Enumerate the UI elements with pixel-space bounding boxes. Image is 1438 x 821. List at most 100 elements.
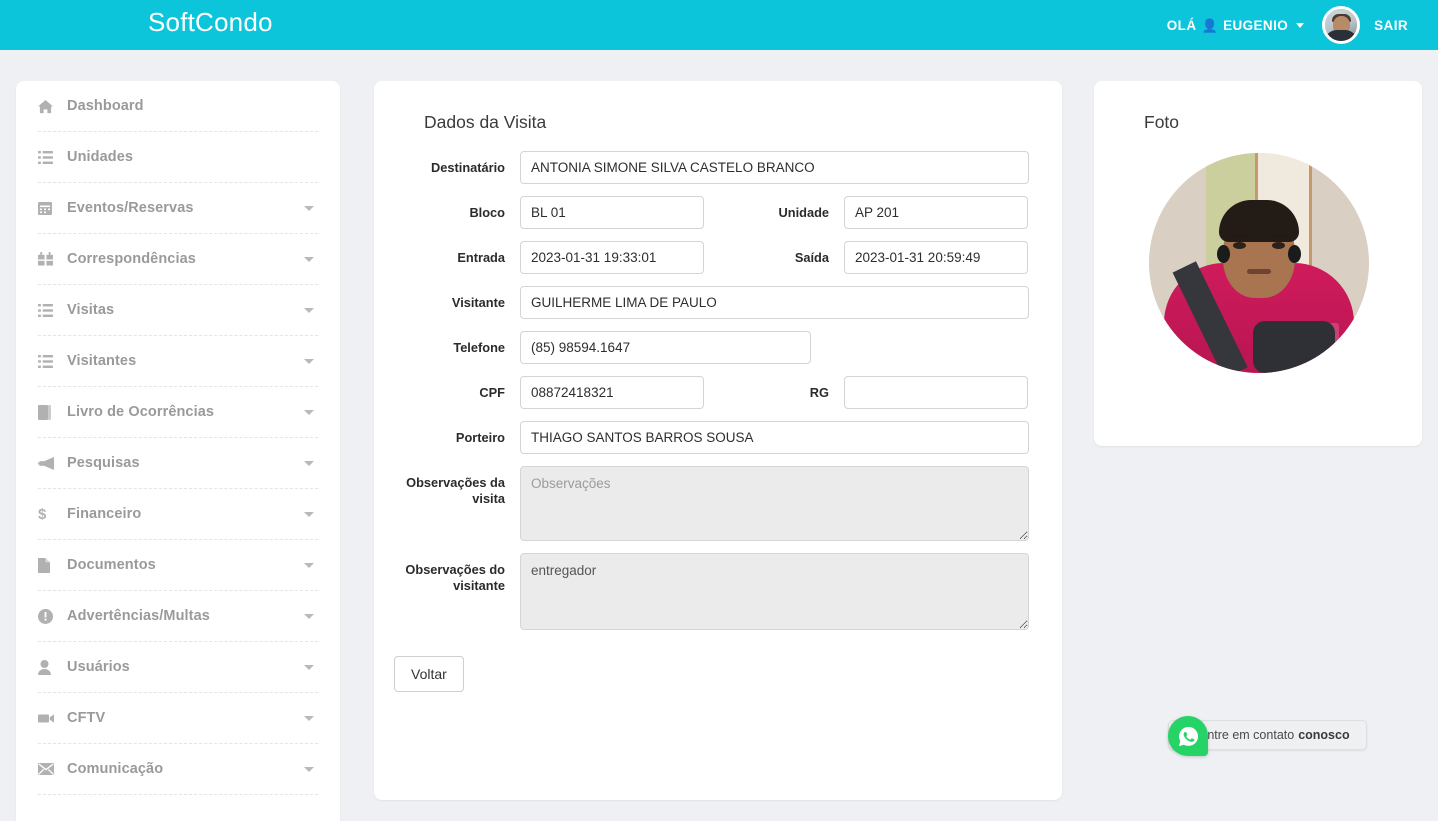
back-button[interactable]: Voltar — [394, 656, 464, 692]
saida-label: Saída — [794, 250, 829, 265]
photo-eyebrow-right — [1269, 233, 1289, 239]
list-icon — [38, 303, 60, 317]
cpf-label: CPF — [479, 385, 505, 400]
sidebar: Dashboard Unidades Eventos/Reservas Corr… — [16, 81, 340, 821]
sidebar-item-financeiro[interactable]: $ Financeiro — [38, 489, 318, 540]
rg-label: RG — [809, 385, 829, 400]
warning-icon — [38, 608, 60, 624]
sidebar-item-visitas[interactable]: Visitas — [38, 285, 318, 336]
porteiro-label: Porteiro — [455, 430, 505, 445]
form-row-telefone: Telefone — [374, 331, 1062, 364]
whatsapp-icon[interactable] — [1168, 716, 1208, 756]
chevron-down-icon — [304, 715, 314, 721]
unidade-input[interactable] — [844, 196, 1028, 229]
sidebar-item-label: Eventos/Reservas — [67, 200, 194, 216]
sidebar-item-cftv[interactable]: CFTV — [38, 693, 318, 744]
sidebar-item-label: Correspondências — [67, 251, 196, 267]
rg-input[interactable] — [844, 376, 1028, 409]
video-camera-icon — [38, 713, 60, 724]
sidebar-item-comunicacao[interactable]: Comunicação — [38, 744, 318, 795]
sidebar-item-dashboard[interactable]: Dashboard — [38, 81, 318, 132]
form-row-observacoes-visitante: Observações do visitante entregador — [374, 553, 1062, 630]
sidebar-item-label: Pesquisas — [67, 455, 140, 471]
sidebar-item-documentos[interactable]: Documentos — [38, 540, 318, 591]
photo-bag — [1253, 321, 1335, 373]
sidebar-item-label: CFTV — [67, 710, 106, 726]
sidebar-item-livro-de-ocorrencias[interactable]: Livro de Ocorrências — [38, 387, 318, 438]
sidebar-item-usuarios[interactable]: Usuários — [38, 642, 318, 693]
cpf-input[interactable] — [520, 376, 704, 409]
sidebar-item-eventos-reservas[interactable]: Eventos/Reservas — [38, 183, 318, 234]
sidebar-item-advertencias-multas[interactable]: Advertências/Multas — [38, 591, 318, 642]
list-icon — [38, 354, 60, 368]
chevron-down-icon — [304, 460, 314, 466]
visitante-input[interactable] — [520, 286, 1029, 319]
book-icon — [38, 404, 60, 420]
observacoes-da-visita-textarea[interactable] — [520, 466, 1029, 541]
sidebar-item-label: Financeiro — [67, 506, 142, 522]
sidebar-item-pesquisas[interactable]: Pesquisas — [38, 438, 318, 489]
chevron-down-icon — [304, 256, 314, 262]
chevron-down-icon — [304, 307, 314, 313]
form-row-visitante: Visitante — [374, 286, 1062, 319]
whatsapp-text-bold: conosco — [1298, 728, 1350, 742]
sidebar-item-label: Dashboard — [67, 98, 144, 114]
observacoes-do-visitante-textarea[interactable]: entregador — [520, 553, 1029, 630]
whatsapp-text: Entre em contato — [1199, 728, 1295, 742]
mailboxes-icon — [38, 252, 60, 266]
form-row-bloco-unidade: Bloco Unidade — [374, 196, 1062, 229]
page-title: Dados da Visita — [424, 112, 547, 132]
file-icon — [38, 557, 60, 573]
chevron-down-icon — [304, 664, 314, 670]
form-row-destinatario: Destinatário — [374, 151, 1062, 184]
saida-input[interactable] — [844, 241, 1028, 274]
visit-details-card: Dados da Visita Destinatário Bloco Unida… — [374, 81, 1062, 800]
entrada-label: Entrada — [457, 250, 505, 265]
sidebar-item-label: Advertências/Multas — [67, 608, 210, 624]
chevron-down-icon — [304, 409, 314, 415]
sidebar-item-unidades[interactable]: Unidades — [38, 132, 318, 183]
bloco-label: Bloco — [469, 205, 505, 220]
chevron-down-icon — [304, 511, 314, 517]
observacoes-do-visitante-label: Observações do visitante — [405, 562, 505, 593]
entrada-input[interactable] — [520, 241, 704, 274]
destinatario-label: Destinatário — [431, 160, 505, 175]
bloco-input[interactable] — [520, 196, 704, 229]
observacoes-da-visita-label: Observações da visita — [406, 475, 505, 506]
avatar[interactable] — [1322, 6, 1361, 44]
user-icon — [38, 659, 60, 675]
visit-form: Destinatário Bloco Unidade Entrada Saída… — [374, 151, 1062, 692]
telefone-input[interactable] — [520, 331, 811, 364]
brand-logo[interactable]: SoftCondo — [148, 9, 273, 35]
unidade-label: Unidade — [778, 205, 829, 220]
sidebar-item-label: Comunicação — [67, 761, 164, 777]
chevron-down-icon — [304, 358, 314, 364]
form-row-entrada-saida: Entrada Saída — [374, 241, 1062, 274]
sidebar-item-correspondencias[interactable]: Correspondências — [38, 234, 318, 285]
photo-card: Foto — [1094, 81, 1422, 446]
photo-title: Foto — [1144, 112, 1180, 132]
page-body: Dashboard Unidades Eventos/Reservas Corr… — [0, 50, 1438, 821]
user-menu-dropdown[interactable]: OLÁ 👤 EUGENIO — [1167, 18, 1314, 33]
logout-link[interactable]: SAIR — [1374, 18, 1408, 33]
sidebar-item-label: Visitas — [67, 302, 115, 318]
porteiro-input[interactable] — [520, 421, 1029, 454]
sidebar-item-label: Documentos — [67, 557, 156, 573]
photo-mouth — [1247, 268, 1271, 274]
whatsapp-contact-widget[interactable]: Entre em contato conosco — [1168, 716, 1367, 756]
avatar-body — [1325, 30, 1358, 41]
destinatario-input[interactable] — [520, 151, 1029, 184]
envelope-icon — [38, 763, 60, 775]
sidebar-item-label: Visitantes — [67, 353, 137, 369]
greeting-text: OLÁ — [1166, 17, 1197, 33]
top-navbar: SoftCondo OLÁ 👤 EUGENIO SAIR — [0, 0, 1438, 50]
chevron-down-icon — [304, 562, 314, 568]
sidebar-item-label: Usuários — [67, 659, 130, 675]
sidebar-item-label: Unidades — [67, 149, 134, 165]
user-name-label: EUGENIO — [1223, 17, 1289, 33]
navbar-right-group: OLÁ 👤 EUGENIO SAIR — [1167, 0, 1408, 50]
sidebar-item-visitantes[interactable]: Visitantes — [38, 336, 318, 387]
chevron-down-icon — [304, 205, 314, 211]
user-icon: 👤 — [1201, 17, 1219, 33]
calendar-icon — [38, 201, 60, 216]
